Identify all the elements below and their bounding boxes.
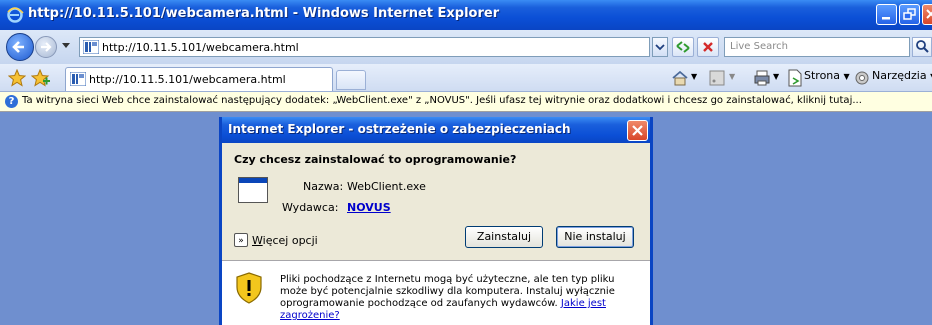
forward-button[interactable]	[35, 36, 57, 58]
tab-title: http://10.11.5.101/webcamera.html	[89, 73, 286, 86]
install-question: Czy chcesz zainstalować to oprogramowani…	[234, 153, 517, 166]
restore-icon	[903, 8, 916, 20]
minimize-icon	[882, 17, 890, 20]
application-icon	[238, 177, 268, 203]
add-favorite-icon[interactable]	[31, 69, 51, 87]
tools-menu-label: Narzędzia	[872, 69, 927, 82]
home-icon[interactable]	[671, 69, 689, 87]
information-bar[interactable]: ? Ta witryna sieci Web chce zainstalować…	[0, 92, 932, 112]
minimize-button[interactable]	[876, 4, 897, 25]
dont-install-button[interactable]: Nie instaluj	[556, 226, 634, 248]
history-dropdown-icon[interactable]	[62, 43, 70, 49]
security-warning-dialog: Internet Explorer - ostrzeżenie o zabezp…	[219, 117, 653, 325]
window-titlebar: http://10.11.5.101/webcamera.html - Wind…	[0, 0, 932, 30]
tools-menu-button[interactable]: Narzędzia ▼	[872, 69, 932, 87]
publisher-link[interactable]: NOVUS	[347, 201, 391, 214]
name-value: WebClient.exe	[347, 180, 426, 193]
install-button[interactable]: Zainstaluj	[465, 226, 543, 248]
stop-button[interactable]	[697, 37, 719, 57]
dialog-titlebar: Internet Explorer - ostrzeżenie o zabezp…	[222, 117, 650, 143]
warning-text: Pliki pochodzące z Internetu mogą być uż…	[280, 274, 640, 322]
window-title: http://10.11.5.101/webcamera.html - Wind…	[28, 6, 500, 21]
back-arrow-icon	[12, 41, 24, 53]
infobar-message: Ta witryna sieci Web chce zainstalować n…	[22, 95, 862, 106]
ie-logo-icon	[7, 7, 24, 23]
restore-button[interactable]	[899, 4, 920, 25]
new-tab-button[interactable]	[336, 70, 366, 90]
forward-arrow-icon	[41, 42, 52, 52]
home-dropdown-icon[interactable]: ▼	[691, 69, 697, 87]
page-menu-icon	[788, 69, 802, 87]
page-menu-label: Strona	[804, 69, 841, 82]
stop-icon	[703, 42, 713, 52]
close-icon	[926, 9, 932, 19]
tools-gear-icon	[855, 71, 869, 85]
address-url: http://10.11.5.101/webcamera.html	[102, 41, 299, 54]
search-icon	[916, 40, 929, 53]
favorites-center-icon[interactable]	[8, 69, 26, 87]
dialog-title: Internet Explorer - ostrzeżenie o zabezp…	[228, 122, 571, 136]
warning-pane: Pliki pochodzące z Internetu mogą być uż…	[222, 262, 650, 325]
name-label: Nazwa:	[303, 180, 344, 193]
address-field[interactable]: http://10.11.5.101/webcamera.html	[79, 37, 650, 57]
refresh-icon	[676, 41, 690, 53]
page-menu-button[interactable]: Strona ▼	[804, 69, 850, 87]
page-icon	[83, 40, 99, 54]
search-placeholder: Live Search	[730, 41, 788, 52]
back-button[interactable]	[6, 33, 34, 61]
expand-chevron-icon: »	[234, 233, 248, 247]
search-input[interactable]: Live Search	[724, 37, 910, 57]
print-dropdown-icon[interactable]: ▼	[773, 69, 779, 87]
close-icon	[632, 125, 643, 136]
address-dropdown-button[interactable]	[652, 37, 668, 57]
search-button[interactable]	[912, 37, 932, 57]
feeds-dropdown-icon[interactable]: ▼	[729, 69, 735, 87]
feeds-icon[interactable]	[709, 70, 725, 86]
warning-shield-icon	[236, 272, 262, 304]
more-options-label: Więcej opcji	[252, 234, 318, 247]
page-icon	[70, 72, 86, 86]
publisher-label: Wydawca:	[282, 201, 339, 214]
tab-bar: http://10.11.5.101/webcamera.html ▼ ▼ ▼ …	[0, 64, 932, 92]
refresh-button[interactable]	[672, 37, 694, 57]
chevron-down-icon	[655, 44, 665, 51]
print-icon[interactable]	[753, 69, 771, 87]
info-icon: ?	[5, 95, 18, 108]
tab-webcamera[interactable]: http://10.11.5.101/webcamera.html	[65, 67, 333, 91]
window-close-button[interactable]	[922, 4, 932, 25]
navigation-bar: http://10.11.5.101/webcamera.html Live S…	[0, 30, 932, 64]
dialog-close-button[interactable]	[627, 120, 648, 141]
